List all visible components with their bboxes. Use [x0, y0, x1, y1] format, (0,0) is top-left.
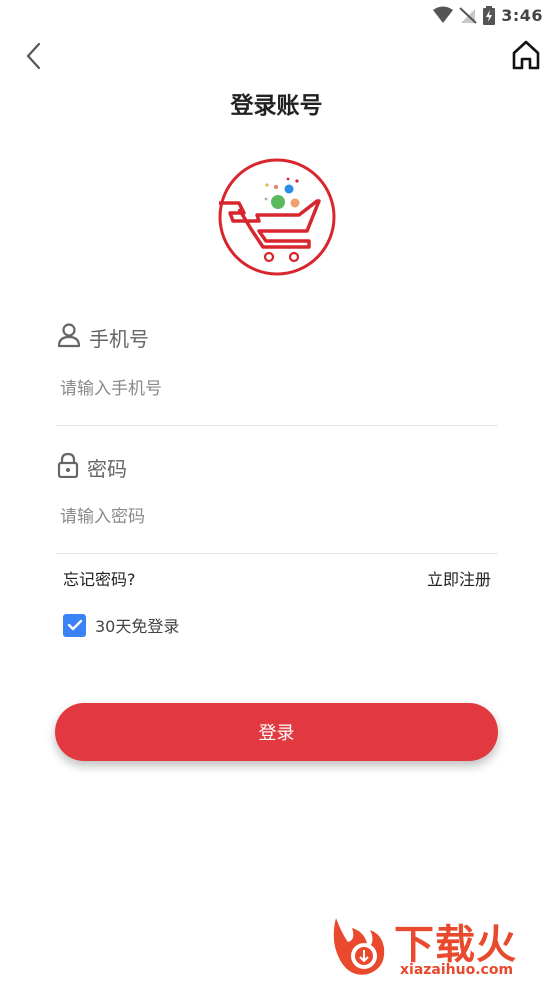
phone-input[interactable] [56, 369, 506, 409]
chevron-left-icon [26, 42, 41, 70]
battery-charging-icon [483, 5, 496, 25]
back-button[interactable] [20, 38, 50, 74]
register-link[interactable]: 立即注册 [427, 566, 491, 590]
checkmark-icon [67, 619, 82, 631]
app-logo [217, 157, 337, 277]
no-signal-icon [459, 6, 477, 24]
page-title: 登录账号 [230, 93, 323, 119]
wifi-icon [433, 6, 454, 24]
phone-label-text: 手机号 [89, 327, 149, 351]
divider [56, 553, 498, 554]
status-time: 3:46 [501, 5, 543, 25]
home-button[interactable] [511, 38, 541, 72]
forgot-password-link[interactable]: 忘记密码? [63, 566, 136, 590]
user-icon [57, 322, 81, 353]
remember-me-checkbox[interactable]: 30天免登录 [63, 613, 179, 637]
password-field-label: 密码 [57, 452, 127, 483]
flame-logo-icon [333, 918, 385, 975]
password-label-text: 密码 [87, 457, 127, 481]
checkbox-checked[interactable] [63, 613, 86, 637]
lock-icon [57, 452, 79, 483]
watermark: 下载火 xiazaihuo.com [326, 908, 548, 980]
login-button[interactable]: 登录 [55, 703, 498, 761]
status-bar: 3:46 [0, 0, 553, 30]
phone-field-label: 手机号 [57, 322, 149, 353]
remember-me-label: 30天免登录 [95, 617, 180, 636]
home-icon [512, 40, 540, 70]
password-input[interactable] [56, 497, 506, 537]
watermark-domain: xiazaihuo.com [400, 962, 514, 978]
divider [56, 425, 498, 426]
shopping-cart-logo-icon [218, 158, 336, 276]
